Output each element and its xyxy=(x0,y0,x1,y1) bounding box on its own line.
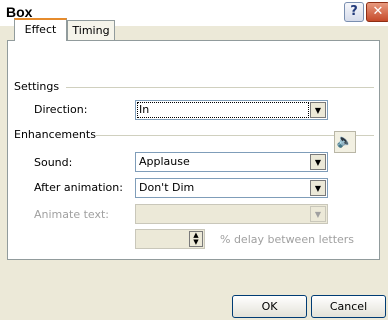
chevron-down-icon[interactable]: ▼ xyxy=(310,154,326,170)
settings-divider xyxy=(66,87,374,88)
tab-panel xyxy=(7,40,380,260)
animate-text-select[interactable]: ▼ xyxy=(135,204,328,224)
tab-timing[interactable]: Timing xyxy=(67,20,115,41)
chevron-down-icon: ▼ xyxy=(310,206,326,222)
direction-value: In xyxy=(139,103,150,116)
help-button[interactable]: ? xyxy=(344,2,364,22)
delay-spinner[interactable]: ▲ ▼ xyxy=(135,229,205,249)
after-animation-select[interactable]: Don't Dim ▼ xyxy=(135,178,328,198)
direction-label: Direction: xyxy=(34,103,88,116)
question-icon: ? xyxy=(350,4,358,19)
direction-select[interactable]: In ▼ xyxy=(135,100,328,120)
delay-label: % delay between letters xyxy=(220,233,355,246)
tab-effect[interactable]: Effect xyxy=(14,18,67,41)
sound-select[interactable]: Applause ▼ xyxy=(135,152,328,172)
after-animation-label: After animation: xyxy=(34,181,123,194)
chevron-down-icon[interactable]: ▼ xyxy=(310,102,326,118)
spinner-arrows-icon[interactable]: ▲ ▼ xyxy=(189,231,203,247)
close-icon: ✕ xyxy=(372,4,384,19)
sound-value: Applause xyxy=(139,155,190,168)
animate-text-label: Animate text: xyxy=(34,208,110,221)
settings-group-label: Settings xyxy=(14,80,60,93)
close-button[interactable]: ✕ xyxy=(366,2,388,22)
speaker-button[interactable]: 🔈 xyxy=(334,131,356,153)
sound-label: Sound: xyxy=(34,156,73,169)
chevron-down-icon[interactable]: ▼ xyxy=(310,180,326,196)
ok-button[interactable]: OK xyxy=(232,295,307,318)
speaker-icon: 🔈 xyxy=(336,134,354,149)
enhancements-divider xyxy=(96,135,374,136)
enhancements-group-label: Enhancements xyxy=(14,128,96,141)
after-animation-value: Don't Dim xyxy=(139,181,195,194)
cancel-button[interactable]: Cancel xyxy=(311,295,386,318)
focus-rectangle xyxy=(137,102,309,118)
